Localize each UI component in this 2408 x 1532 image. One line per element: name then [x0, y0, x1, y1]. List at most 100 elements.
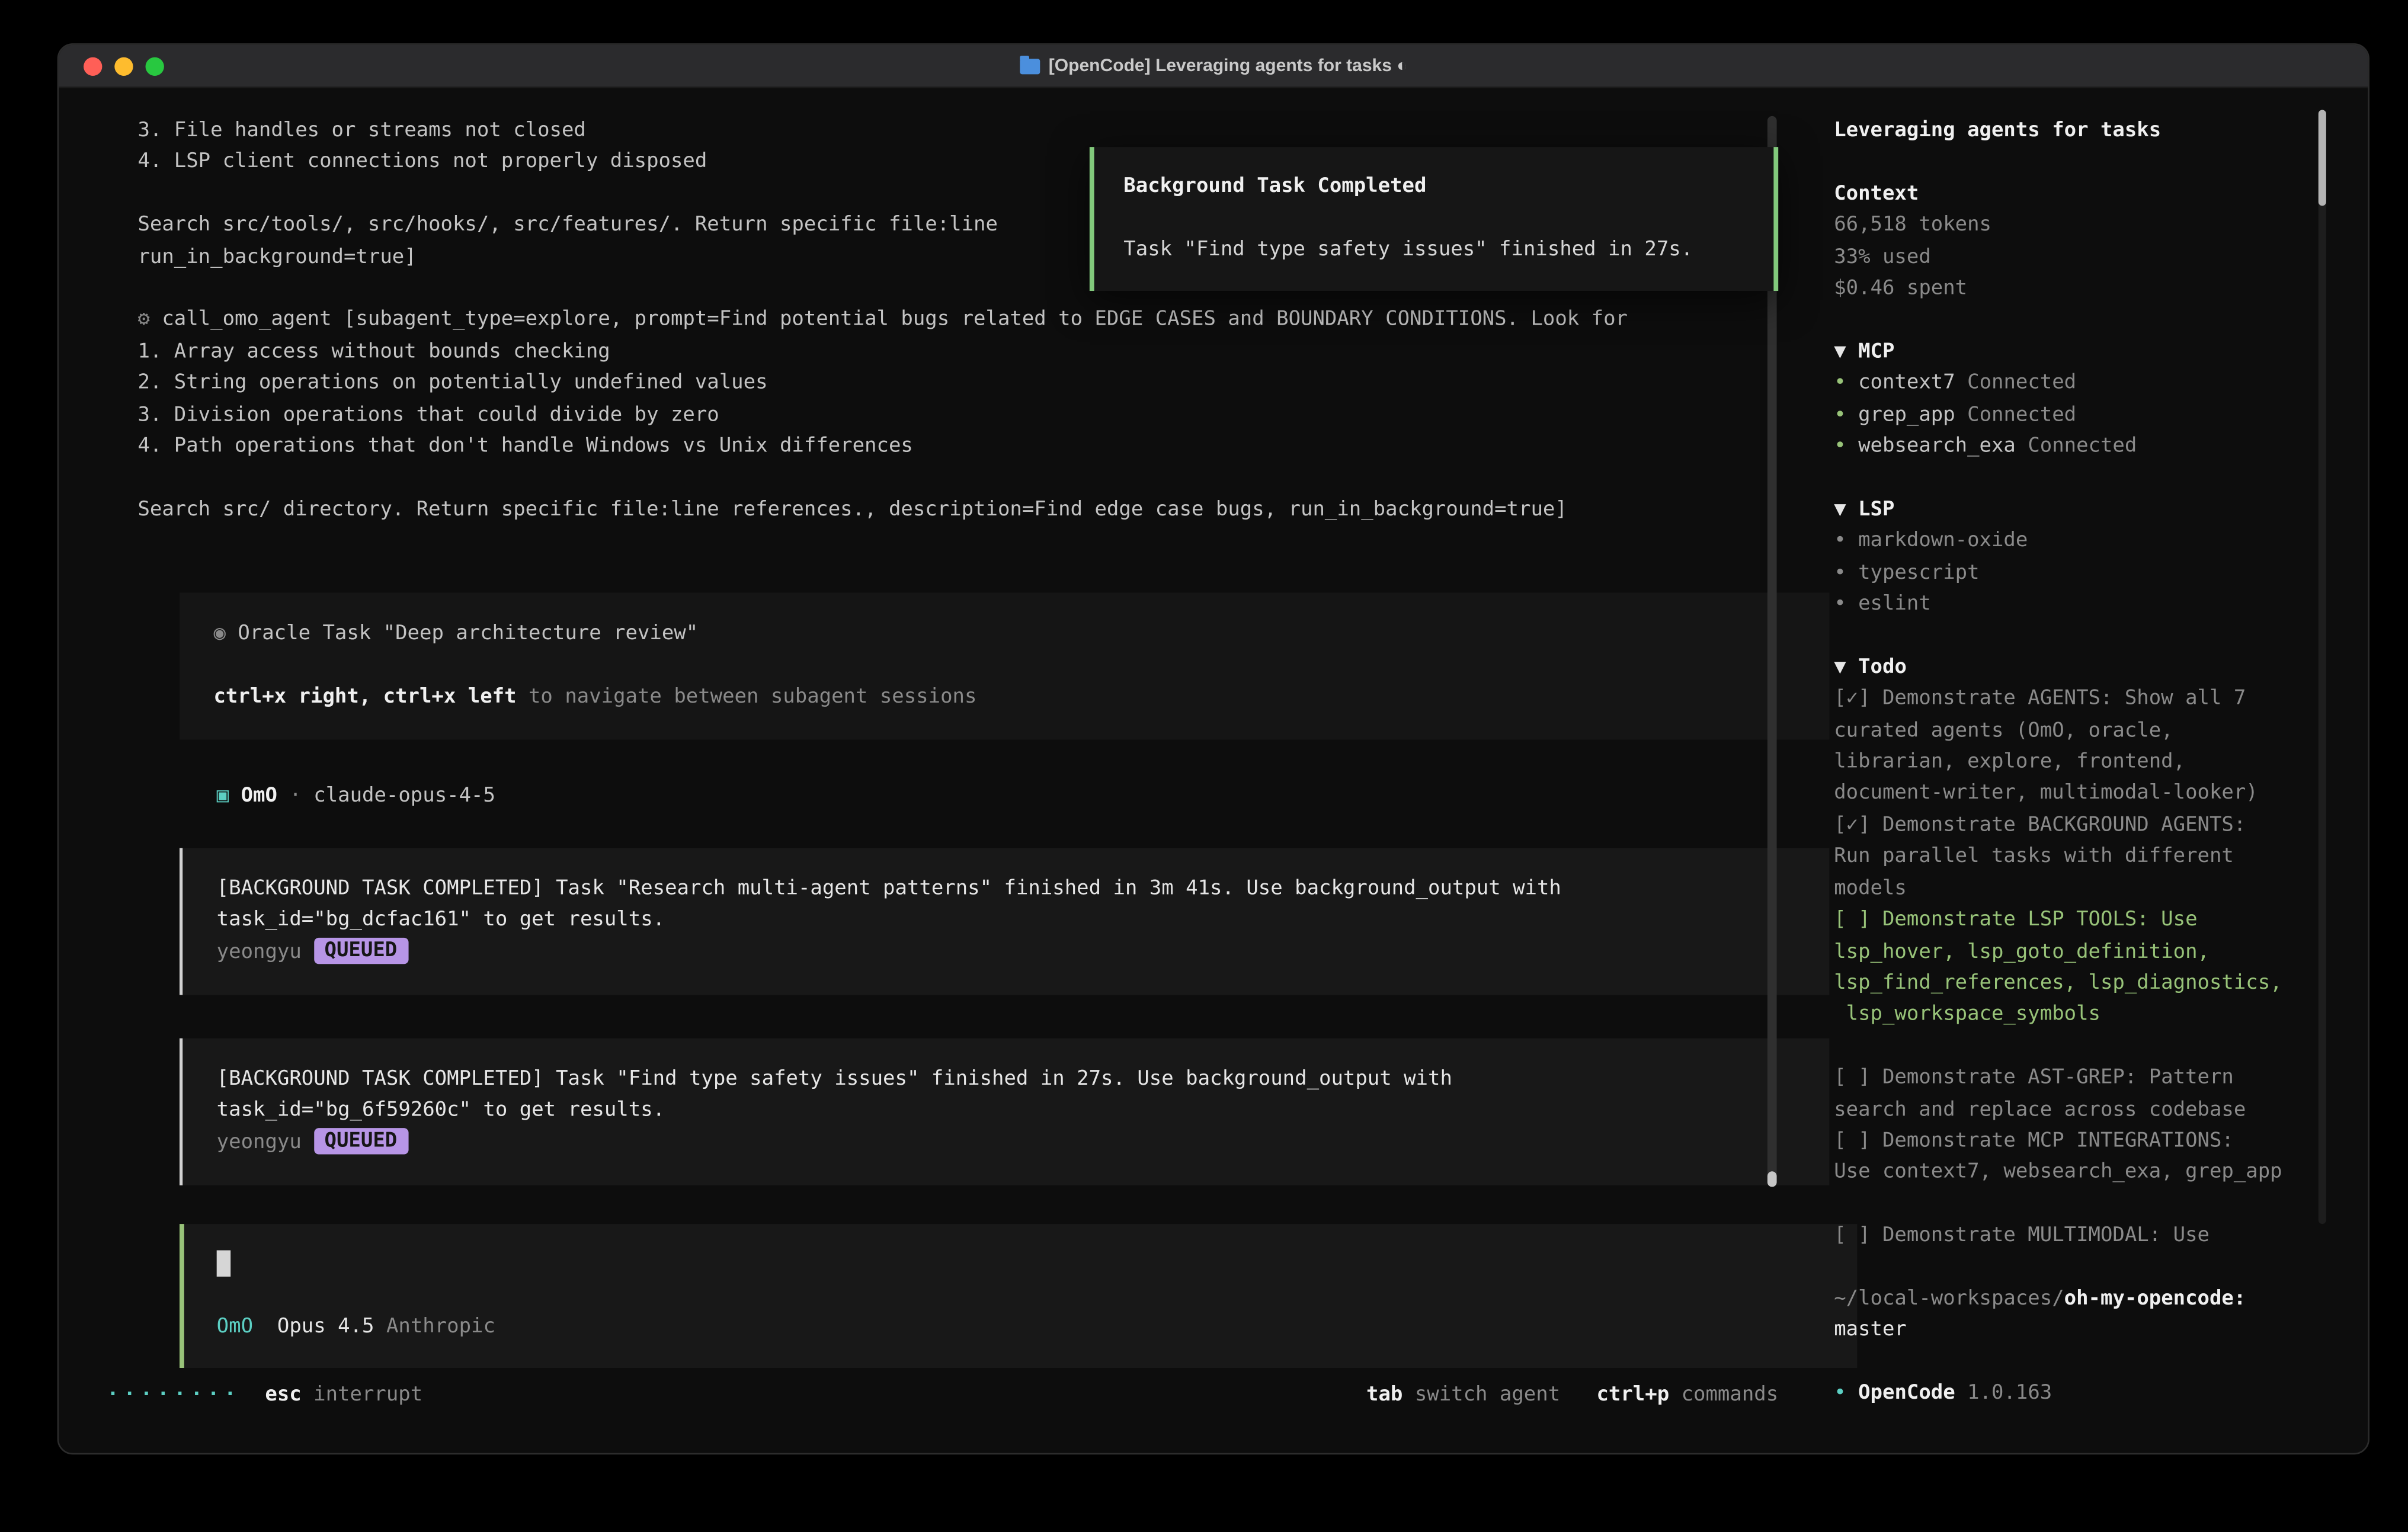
text-line: [ ] Demonstrate AST-GREP: Pattern [1834, 1063, 2368, 1095]
text-segment: lsp_hover, lsp_goto_definition, [1834, 940, 2210, 963]
prompt-input[interactable]: OmO Opus 4.5 Anthropic [180, 1225, 1857, 1368]
text-line: OmO Opus 4.5 Anthropic [217, 1312, 1858, 1344]
text-segment: tab [1366, 1383, 1402, 1406]
text-segment: 3. File handles or streams not closed [137, 119, 585, 142]
text-line: 2. String operations on potentially unde… [137, 368, 1809, 400]
oracle-panel: ◉ Oracle Task "Deep architecture review"… [180, 593, 1829, 741]
text-segment: $0.46 spent [1834, 277, 1967, 300]
text-segment: 66,518 tokens [1834, 214, 1991, 237]
text-segment [241, 1383, 265, 1406]
message-block-typesafety: [BACKGROUND TASK COMPLETED] Task "Find t… [180, 1039, 1829, 1186]
text-segment: 4. LSP client connections not properly d… [137, 150, 707, 174]
text-segment: OmO [217, 1315, 253, 1338]
text-segment: • [1834, 435, 1858, 458]
text-segment: 1. Array access without bounds checking [137, 340, 610, 363]
text-line [1834, 621, 2368, 653]
minimize-button[interactable] [114, 56, 133, 75]
text-segment: Oracle Task "Deep architecture review" [238, 623, 698, 646]
text-line: yeongyu QUEUED [217, 1128, 1830, 1159]
text-line: ▣ OmO · claude-opus-4-5 [217, 782, 1810, 813]
status-bar: ········ esc interrupt tab switch agent … [107, 1380, 1778, 1411]
text-segment: Connected [1967, 371, 2076, 395]
text-line: 3. File handles or streams not closed [137, 116, 1809, 148]
text-line: [ ] Demonstrate MULTIMODAL: Use [1834, 1221, 2368, 1252]
sidebar-scrollbar-thumb[interactable] [2319, 110, 2326, 206]
text-segment: document-writer, multimodal-looker) [1834, 782, 2258, 805]
text-segment: Todo [1858, 656, 1907, 679]
text-line: [BACKGROUND TASK COMPLETED] Task "Resear… [217, 874, 1830, 905]
text-line: • websearch_exa Connected [1834, 432, 2368, 463]
text-segment: Anthropic [386, 1315, 495, 1338]
text-segment: • typescript [1834, 561, 1979, 584]
text-line: • OpenCode 1.0.163 [1834, 1379, 2368, 1411]
text-segment: 33% used [1834, 245, 1931, 268]
text-line: 33% used [1834, 242, 2368, 274]
text-segment: Connected [1967, 403, 2076, 427]
text-segment: [ ] Demonstrate MCP INTEGRATIONS: [1834, 1130, 2234, 1153]
text-segment: yeongyu [217, 1131, 314, 1154]
text-line: ········ esc interrupt [107, 1380, 422, 1411]
toast-title: Background Task Completed [1123, 172, 1773, 203]
text-segment [229, 785, 241, 808]
text-segment: LSP [1858, 498, 1894, 521]
text-segment: task_id="bg_dcfac161" to get results. [217, 909, 665, 932]
text-segment: OpenCode [1858, 1382, 1967, 1405]
text-segment: run_in_background=true] [137, 245, 416, 268]
text-line: • context7 Connected [1834, 368, 2368, 400]
text-line: • typescript [1834, 558, 2368, 589]
text-segment: ctrl+p [1596, 1383, 1669, 1406]
text-line: • markdown-oxide [1834, 527, 2368, 558]
sidebar: Leveraging agents for tasksContext66,518… [1809, 88, 2368, 1454]
text-segment: OmO [241, 785, 277, 808]
text-segment: commands [1669, 1383, 1778, 1406]
text-line: • grep_app Connected [1834, 400, 2368, 432]
text-segment: esc [265, 1383, 301, 1406]
text-line: Context [1834, 179, 2368, 210]
text-segment: websearch_exa [1858, 435, 2028, 458]
text-segment: claude-opus-4-5 [313, 785, 495, 808]
text-segment: [✓] Demonstrate BACKGROUND AGENTS: [1834, 814, 2246, 837]
text-segment: switch agent [1402, 1383, 1560, 1406]
text-line: ▼ MCP [1834, 337, 2368, 368]
text-line: models [1834, 874, 2368, 905]
text-line: [ ] Demonstrate LSP TOOLS: Use [1834, 905, 2368, 937]
text-line [1834, 148, 2368, 179]
text-segment: models [1834, 877, 1907, 900]
zoom-button[interactable] [146, 56, 164, 75]
text-line: $0.46 spent [1834, 274, 2368, 305]
main-terminal: 3. File handles or streams not closed 4. … [59, 88, 1809, 1454]
text-segment: Connected [2028, 435, 2137, 458]
text-line: master [1834, 1316, 2368, 1347]
text-segment: grep_app [1858, 403, 1967, 427]
text-line: [✓] Demonstrate BACKGROUND AGENTS: [1834, 810, 2368, 842]
text-segment [1560, 1383, 1596, 1406]
notification-toast: Background Task Completed Task "Find typ… [1090, 147, 1778, 291]
text-segment: [ ] Demonstrate LSP TOOLS: Use [1834, 908, 2197, 931]
text-segment: • eslint [1834, 593, 1931, 616]
text-line: tab switch agent ctrl+p commands [1366, 1380, 1778, 1411]
titlebar: [OpenCode] Leveraging agents for tasks ◐ [59, 45, 2368, 88]
text-segment: [✓] Demonstrate AGENTS: Show all 7 [1834, 687, 2246, 710]
text-segment: ▼ [1834, 340, 1858, 363]
sidebar-scrollbar[interactable] [2319, 110, 2326, 1224]
text-line [1834, 306, 2368, 337]
main-scrollbar-thumb[interactable] [1767, 1171, 1777, 1187]
text-line: Search src/ directory. Return specific f… [137, 495, 1809, 526]
text-line: lsp_find_references, lsp_diagnostics, [1834, 969, 2368, 1000]
text-line: curated agents (OmO, oracle, [1834, 716, 2368, 747]
message-block-research: [BACKGROUND TASK COMPLETED] Task "Resear… [180, 848, 1829, 995]
sidebar-lines: Leveraging agents for tasksContext66,518… [1834, 116, 2368, 1411]
text-segment: ~/local-workspaces/ [1834, 1287, 2064, 1310]
text-line: [✓] Demonstrate AGENTS: Show all 7 [1834, 684, 2368, 716]
text-line [213, 651, 1829, 682]
text-line: ⚙ call_omo_agent [subagent_type=explore,… [137, 306, 1809, 337]
text-segment [253, 1315, 277, 1338]
window-title-text: [OpenCode] Leveraging agents for tasks ◐ [1049, 56, 1408, 75]
text-line: ~/local-workspaces/oh-my-opencode: [1834, 1284, 2368, 1316]
desktop: [OpenCode] Leveraging agents for tasks ◐… [0, 0, 2408, 1532]
text-line: task_id="bg_6f59260c" to get results. [217, 1097, 1830, 1128]
text-segment: ▼ [1834, 498, 1858, 521]
text-segment: QUEUED [313, 1128, 408, 1154]
text-line: librarian, explore, frontend, [1834, 748, 2368, 779]
close-button[interactable] [84, 56, 102, 75]
